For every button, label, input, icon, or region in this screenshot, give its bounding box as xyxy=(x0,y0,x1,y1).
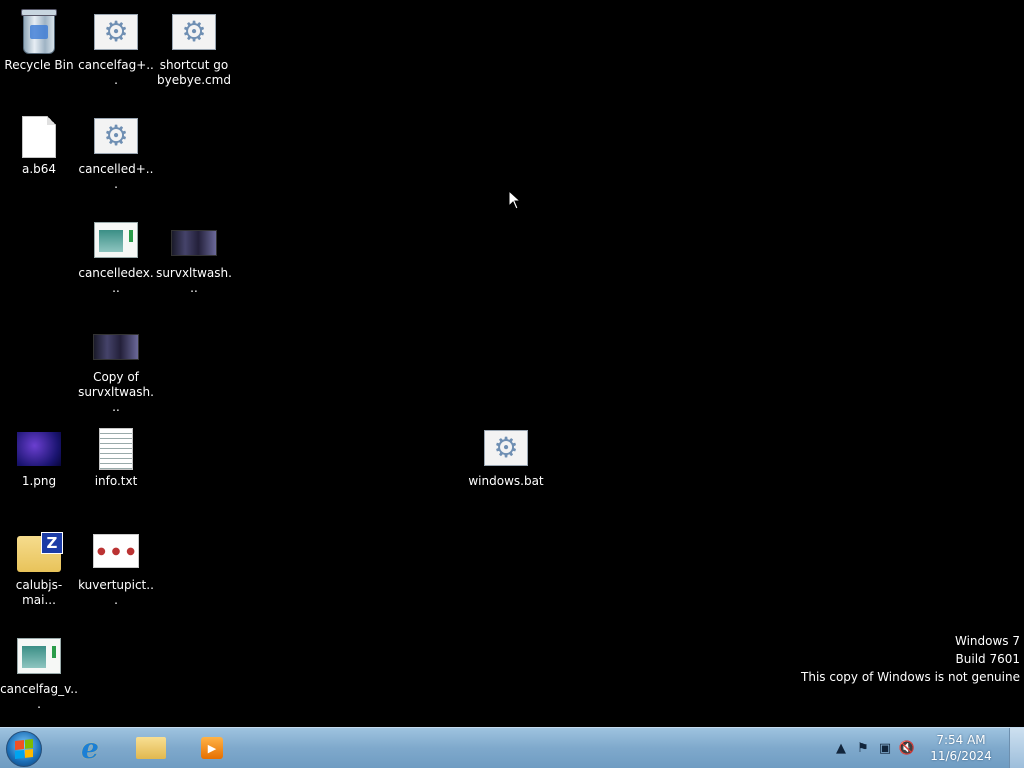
taskbar-windows-explorer[interactable] xyxy=(125,731,177,765)
desktop-icon-cancelfag[interactable]: ⚙ cancelfag+... xyxy=(77,8,155,88)
icon-label: kuvertupict... xyxy=(78,578,154,607)
show-hidden-icons-icon[interactable]: ▲ xyxy=(830,741,852,756)
taskbar: e ▶ ▲ ⚑ ▣ 🔇 7:54 AM 11/6/2024 xyxy=(0,727,1024,768)
batch-file-icon: ⚙ xyxy=(172,14,216,50)
desktop-icon-copy-of-survxltwash[interactable]: Copy of survxltwash... xyxy=(77,320,155,415)
desktop[interactable]: Recycle Bin ⚙ cancelfag+... ⚙ shortcut g… xyxy=(0,0,1024,728)
desktop-icon-calubjs[interactable]: Z calubjs-mai... xyxy=(0,528,78,608)
volume-muted-icon[interactable]: 🔇 xyxy=(896,741,918,756)
desktop-icon-cancelledex[interactable]: cancelledex... xyxy=(77,216,155,296)
desktop-icon-windows-bat[interactable]: ⚙ windows.bat xyxy=(467,424,545,489)
show-desktop-button[interactable] xyxy=(1009,728,1024,768)
blank-file-icon xyxy=(22,116,56,158)
icon-label: info.txt xyxy=(94,474,138,488)
genuine-watermark: Windows 7 Build 7601 This copy of Window… xyxy=(801,632,1020,686)
icon-label: cancelfag+... xyxy=(78,58,154,87)
image-thumbnail-icon xyxy=(17,432,61,466)
recycle-bin-icon xyxy=(21,9,57,54)
clock[interactable]: 7:54 AM 11/6/2024 xyxy=(926,732,996,764)
internet-explorer-icon: e xyxy=(81,731,99,765)
desktop-icon-cancelfag-v[interactable]: cancelfag_v... xyxy=(0,632,78,712)
icon-label: a.b64 xyxy=(21,162,57,176)
image-thumbnail-icon xyxy=(93,334,139,360)
icon-label: shortcut go byebye.cmd xyxy=(157,58,231,87)
network-icon[interactable]: ▣ xyxy=(874,741,896,756)
start-button[interactable] xyxy=(6,731,42,767)
image-thumbnail-icon: ● ● ● xyxy=(93,534,139,568)
system-tray: ▲ ⚑ ▣ 🔇 7:54 AM 11/6/2024 xyxy=(830,728,996,768)
taskbar-media-player[interactable]: ▶ xyxy=(186,731,238,765)
watermark-genuine-notice: This copy of Windows is not genuine xyxy=(801,670,1020,684)
desktop-icon-info-txt[interactable]: info.txt xyxy=(77,424,155,489)
icon-label: windows.bat xyxy=(468,474,544,488)
desktop-icon-shortcut-go-byebye[interactable]: ⚙ shortcut go byebye.cmd xyxy=(155,8,233,88)
windows-logo-icon xyxy=(15,739,33,759)
icon-label: cancelledex... xyxy=(78,266,154,295)
batch-file-icon: ⚙ xyxy=(94,118,138,154)
watermark-build: Build 7601 xyxy=(955,652,1020,666)
zip-folder-icon: Z xyxy=(17,532,63,572)
batch-file-icon: ⚙ xyxy=(484,430,528,466)
icon-label: survxltwash... xyxy=(156,266,232,295)
media-player-icon: ▶ xyxy=(201,737,223,759)
mouse-cursor-icon xyxy=(508,190,522,210)
taskbar-internet-explorer[interactable]: e xyxy=(64,731,116,765)
desktop-icon-cancelled[interactable]: ⚙ cancelled+... xyxy=(77,112,155,192)
icon-label: cancelfag_v... xyxy=(0,682,78,711)
application-icon xyxy=(17,638,61,674)
action-center-flag-icon[interactable]: ⚑ xyxy=(852,741,874,756)
icon-label: cancelled+... xyxy=(78,162,154,191)
desktop-icon-recycle-bin[interactable]: Recycle Bin xyxy=(0,8,78,73)
watermark-os-name: Windows 7 xyxy=(954,634,1020,648)
icon-label: Recycle Bin xyxy=(4,58,74,72)
desktop-icon-1-png[interactable]: 1.png xyxy=(0,424,78,489)
icon-label: calubjs-mai... xyxy=(15,578,63,607)
batch-file-icon: ⚙ xyxy=(94,14,138,50)
icon-label: Copy of survxltwash... xyxy=(78,370,154,414)
text-file-icon xyxy=(99,428,133,470)
folder-icon xyxy=(136,737,166,759)
application-icon xyxy=(94,222,138,258)
desktop-icon-a-b64[interactable]: a.b64 xyxy=(0,112,78,177)
clock-time: 7:54 AM xyxy=(936,733,986,747)
desktop-icon-kuvertupict[interactable]: ● ● ● kuvertupict... xyxy=(77,528,155,608)
desktop-icon-survxltwash[interactable]: survxltwash... xyxy=(155,216,233,296)
image-thumbnail-icon xyxy=(171,230,217,256)
icon-label: 1.png xyxy=(21,474,57,488)
clock-date: 11/6/2024 xyxy=(930,749,992,763)
